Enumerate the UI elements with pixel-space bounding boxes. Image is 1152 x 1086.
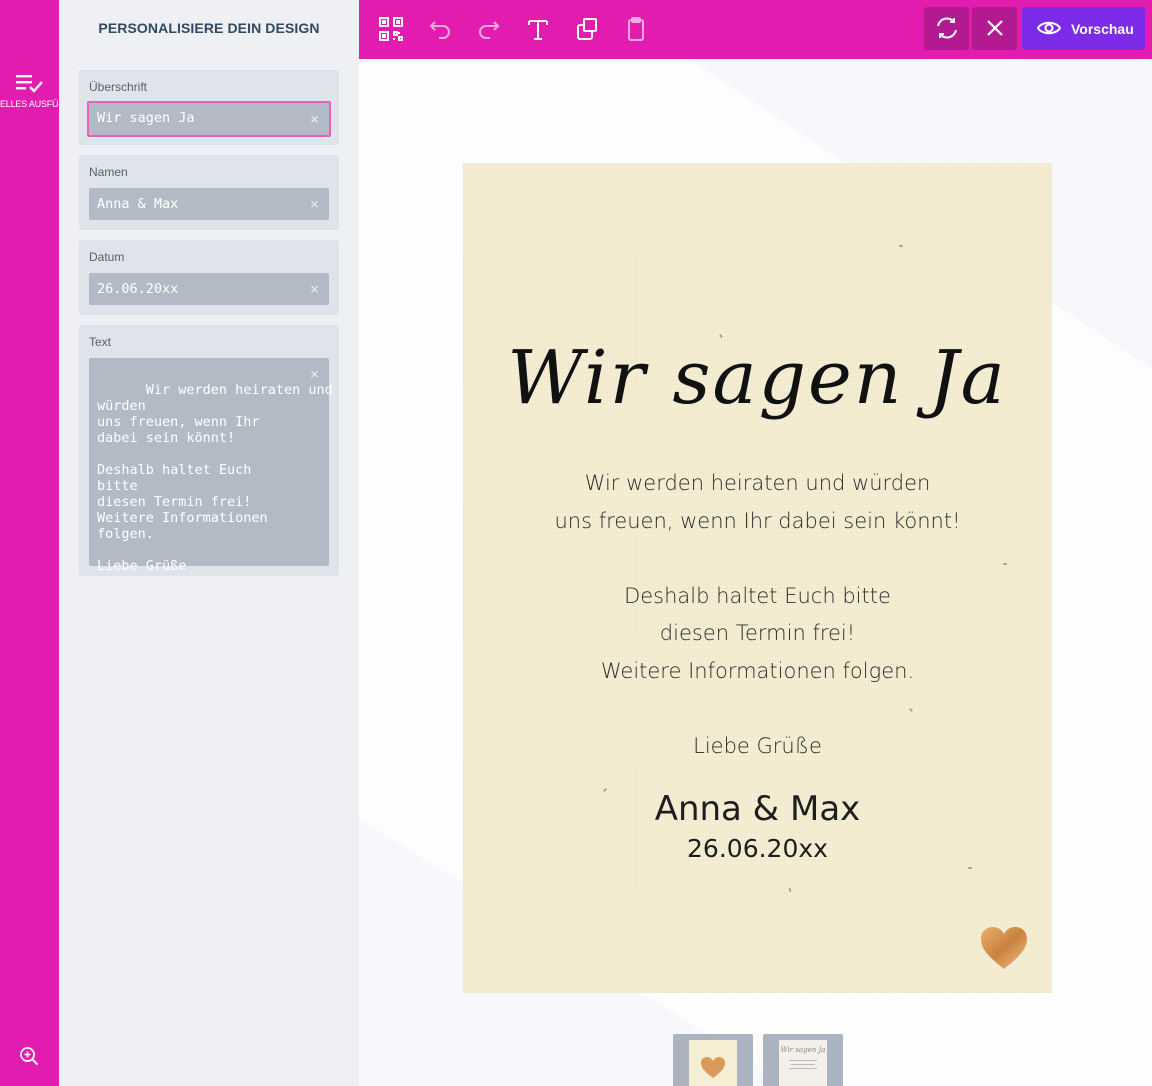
card-headline-text: Wir sagen Ja [507,335,1007,421]
card-body-line: diesen Termin frei! [659,621,856,645]
card-body-line: Wir werden heiraten und würden [584,471,931,495]
preview-button[interactable]: Vorschau [1022,7,1145,50]
card-body-line: Deshalb haltet Euch bitte [624,583,891,608]
field-heading: Überschrift Wir sagen Ja × [79,70,339,145]
card-body-line: Liebe Grüße [693,733,822,758]
thumbnail-headline: Wir sagen Ja [781,1046,826,1054]
text-input-value: Wir werden heiraten und würden uns freue… [97,382,333,574]
card-headline[interactable]: Wir sagen Ja [463,321,1052,441]
clear-icon[interactable]: × [310,282,319,297]
qr-code-icon[interactable] [376,14,406,44]
clear-icon[interactable]: × [310,367,319,382]
top-toolbar: Vorschau [359,0,1152,59]
heart-icon[interactable] [979,925,1029,971]
text-icon[interactable] [523,14,553,44]
zoom-in-icon[interactable] [19,1046,39,1066]
undo-icon[interactable] [425,14,455,44]
design-canvas: Wir sagen Ja Wir werden heiraten und wür… [359,59,1152,1086]
clipboard-icon[interactable] [621,14,651,44]
thumbnail-page [689,1040,737,1086]
heading-input[interactable]: Wir sagen Ja × [87,101,331,137]
field-label: Datum [89,250,125,264]
layers-icon[interactable] [572,14,602,44]
card-body-line: uns freuen, wenn Ihr dabei sein könnt! [554,508,961,533]
card-date[interactable]: 26.06.20xx [463,834,1052,863]
close-button[interactable] [972,7,1017,50]
names-input-value: Anna & Max [97,196,179,212]
list-check-icon [16,75,43,93]
field-label: Namen [89,165,128,179]
refresh-button[interactable] [924,7,969,50]
heart-icon [701,1057,725,1078]
heading-input-value: Wir sagen Ja [97,110,195,126]
clear-icon[interactable]: × [310,112,319,127]
date-input-value: 26.06.20xx [97,281,179,297]
page-thumbnail-front[interactable] [673,1034,753,1086]
card-body-line: Weitere Informationen folgen. [600,658,915,683]
redo-icon[interactable] [474,14,504,44]
names-input[interactable]: Anna & Max × [89,188,329,220]
eye-icon [1037,21,1061,35]
panel-title: PERSONALISIERE DEIN DESIGN [98,20,320,36]
card-names[interactable]: Anna & Max [463,789,1052,829]
thumbnail-page: Wir sagen Ja [779,1040,827,1086]
card-body-text[interactable]: Wir werden heiraten und würden uns freue… [463,465,1052,765]
field-text: Text Wir werden heiraten und würden uns … [79,325,339,576]
close-icon [987,20,1003,36]
date-input[interactable]: 26.06.20xx × [89,273,329,305]
field-names: Namen Anna & Max × [79,155,339,230]
field-label: Text [89,335,112,349]
left-rail: ELLES AUSFÜLLEN [0,0,80,1086]
field-date: Datum 26.06.20xx × [79,240,339,315]
refresh-icon [937,17,957,39]
field-label: Überschrift [89,80,148,94]
clear-icon[interactable]: × [310,197,319,212]
invitation-card[interactable]: Wir sagen Ja Wir werden heiraten und wür… [463,163,1052,993]
preview-label: Vorschau [1071,21,1134,37]
personalize-panel: PERSONALISIERE DEIN DESIGN Überschrift W… [59,0,359,1086]
text-input[interactable]: Wir werden heiraten und würden uns freue… [89,358,333,574]
page-thumbnail-back[interactable]: Wir sagen Ja [763,1034,843,1086]
